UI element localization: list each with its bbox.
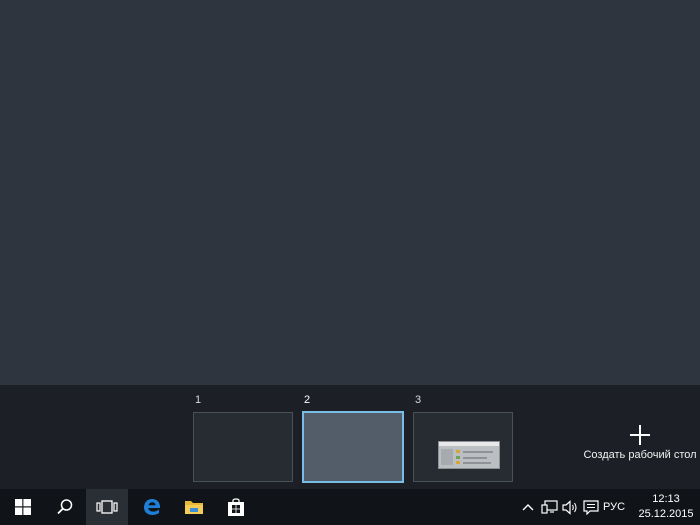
desktop-preview[interactable] — [413, 412, 513, 482]
file-explorer-button[interactable] — [173, 489, 215, 525]
volume-button[interactable] — [561, 499, 579, 515]
action-center-icon — [583, 499, 599, 515]
desktop-preview[interactable] — [193, 412, 293, 482]
clock-date: 25.12.2015 — [638, 508, 694, 520]
plus-icon — [630, 425, 650, 445]
network-icon — [540, 499, 558, 514]
desktop-preview[interactable] — [302, 411, 404, 483]
edge-button[interactable] — [131, 489, 173, 525]
windows-logo-icon — [15, 499, 31, 515]
create-desktop-label: Создать рабочий стол — [583, 449, 697, 461]
task-view-button[interactable] — [86, 489, 128, 525]
create-desktop-button[interactable]: Создать рабочий стол — [580, 425, 700, 465]
task-view-icon — [96, 500, 118, 514]
edge-icon — [144, 499, 160, 515]
desktop-number: 1 — [195, 394, 202, 406]
desktop-thumbnail-3[interactable]: 3 — [413, 385, 515, 489]
folder-icon — [185, 501, 203, 514]
desktop-number: 3 — [415, 394, 422, 406]
store-button[interactable] — [215, 489, 257, 525]
input-language-indicator[interactable]: РУС — [603, 501, 625, 513]
desktop-thumbnail-1[interactable]: 1 — [193, 385, 295, 489]
desktop-number: 2 — [304, 394, 311, 406]
search-icon — [57, 499, 73, 515]
network-button[interactable] — [540, 499, 558, 515]
show-hidden-icons-button[interactable] — [519, 499, 537, 515]
virtual-desktop-strip: 1 2 3 Создать рабочий стол — [0, 385, 700, 489]
search-button[interactable] — [44, 489, 86, 525]
chevron-up-icon — [522, 504, 534, 511]
desktop-background — [0, 0, 700, 385]
action-center-button[interactable] — [582, 499, 600, 515]
store-icon — [228, 498, 244, 516]
window-preview — [438, 441, 500, 469]
clock[interactable]: 12:13 25.12.2015 — [636, 492, 696, 522]
desktop-thumbnail-2[interactable]: 2 — [302, 385, 404, 489]
start-button[interactable] — [2, 489, 44, 525]
taskbar: РУС 12:13 25.12.2015 — [0, 489, 700, 525]
volume-icon — [561, 499, 577, 515]
clock-time: 12:13 — [652, 493, 680, 505]
